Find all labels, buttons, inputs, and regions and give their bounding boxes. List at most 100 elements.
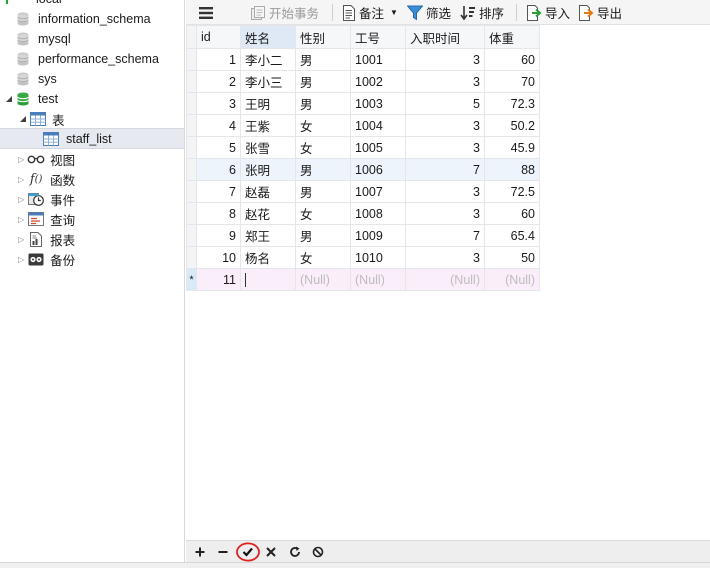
tree-node-views[interactable]: ▷ 视图 — [0, 149, 184, 169]
cell-hire-time[interactable]: 7 — [405, 224, 485, 247]
cell-id[interactable]: 1 — [196, 48, 241, 71]
cell-employee-no[interactable]: 1006 — [350, 158, 406, 181]
cell-gender[interactable]: 女 — [295, 136, 351, 159]
cell-weight[interactable]: 60 — [484, 202, 540, 225]
add-record-button[interactable] — [190, 542, 210, 562]
cell-employee-no[interactable]: 1009 — [350, 224, 406, 247]
cell-weight[interactable]: 50.2 — [484, 114, 540, 137]
cell-hire-time[interactable]: 3 — [405, 180, 485, 203]
table-row[interactable]: 1 李小二 男 1001 3 60 — [186, 48, 540, 71]
collapse-triangle-icon[interactable] — [4, 95, 14, 103]
cell-weight[interactable]: 72.5 — [484, 180, 540, 203]
row-indicator[interactable] — [186, 114, 197, 137]
column-header-name[interactable]: 姓名 — [240, 25, 296, 49]
stop-button[interactable] — [308, 542, 328, 562]
new-row-indicator[interactable]: * — [186, 268, 197, 291]
cell-name[interactable]: 杨名 — [240, 246, 296, 269]
table-row[interactable]: 9 郑王 男 1009 7 65.4 — [186, 224, 540, 247]
column-header-employee-no[interactable]: 工号 — [350, 25, 406, 49]
cell-gender[interactable]: 男 — [295, 92, 351, 115]
column-header-weight[interactable]: 体重 — [484, 25, 540, 49]
tree-connection-local[interactable]: local — [0, 0, 184, 9]
cell-weight[interactable]: 65.4 — [484, 224, 540, 247]
cell-id[interactable]: 3 — [196, 92, 241, 115]
cell-id[interactable]: 8 — [196, 202, 241, 225]
expand-triangle-icon[interactable]: ▷ — [18, 195, 24, 204]
row-indicator[interactable] — [186, 136, 197, 159]
tree-node-functions[interactable]: ▷ f() 函数 — [0, 169, 184, 189]
note-button[interactable]: 备注 ▼ — [342, 2, 398, 23]
cell-employee-no[interactable]: 1002 — [350, 70, 406, 93]
cell-hire-time[interactable]: 3 — [405, 70, 485, 93]
tree-table-staff-list[interactable]: staff_list — [0, 128, 184, 149]
tree-node-tables[interactable]: 表 — [0, 109, 184, 129]
cell-gender[interactable]: 男 — [295, 180, 351, 203]
refresh-button[interactable] — [285, 542, 305, 562]
table-row[interactable]: 3 王明 男 1003 5 72.3 — [186, 92, 540, 115]
expand-triangle-icon[interactable]: ▷ — [18, 175, 24, 184]
cell-name[interactable]: 王明 — [240, 92, 296, 115]
cell-gender[interactable]: 女 — [295, 246, 351, 269]
expand-triangle-icon[interactable]: ▷ — [18, 255, 24, 264]
tree-node-events[interactable]: ▷ 事件 — [0, 189, 184, 209]
column-header-gender[interactable]: 性别 — [295, 25, 351, 49]
delete-record-button[interactable] — [213, 542, 233, 562]
discard-changes-button[interactable] — [261, 542, 281, 562]
cell-weight-null[interactable]: (Null) — [484, 268, 540, 291]
import-button[interactable]: 导入 — [526, 2, 570, 23]
new-row[interactable]: * 11 (Null) (Null) (Null) (Null) — [186, 268, 540, 291]
cell-hire-time[interactable]: 3 — [405, 246, 485, 269]
cell-name[interactable]: 赵磊 — [240, 180, 296, 203]
begin-transaction-button[interactable]: 开始事务 — [250, 2, 319, 23]
row-indicator[interactable] — [186, 202, 197, 225]
cell-hire-time[interactable]: 3 — [405, 114, 485, 137]
expand-triangle-icon[interactable]: ▷ — [18, 215, 24, 224]
collapse-triangle-icon[interactable] — [18, 115, 28, 123]
cell-employee-no-null[interactable]: (Null) — [350, 268, 406, 291]
export-button[interactable]: 导出 — [578, 2, 622, 23]
column-header-id[interactable]: id — [196, 25, 241, 49]
tree-db-information-schema[interactable]: information_schema — [0, 9, 184, 29]
cell-name[interactable]: 赵花 — [240, 202, 296, 225]
cell-id[interactable]: 4 — [196, 114, 241, 137]
row-indicator[interactable] — [186, 92, 197, 115]
cell-employee-no[interactable]: 1010 — [350, 246, 406, 269]
cell-id[interactable]: 5 — [196, 136, 241, 159]
cell-weight[interactable]: 70 — [484, 70, 540, 93]
cell-employee-no[interactable]: 1004 — [350, 114, 406, 137]
row-indicator[interactable] — [186, 224, 197, 247]
tree-db-mysql[interactable]: mysql — [0, 29, 184, 49]
cell-gender[interactable]: 男 — [295, 224, 351, 247]
expand-triangle-icon[interactable]: ▷ — [18, 155, 24, 164]
sort-button[interactable]: 排序 — [460, 2, 504, 23]
cell-hire-time[interactable]: 3 — [405, 202, 485, 225]
cell-id[interactable]: 6 — [196, 158, 241, 181]
cell-employee-no[interactable]: 1001 — [350, 48, 406, 71]
row-indicator[interactable] — [186, 48, 197, 71]
filter-button[interactable]: 筛选 — [407, 2, 451, 23]
cell-id[interactable]: 7 — [196, 180, 241, 203]
cell-hire-time[interactable]: 5 — [405, 92, 485, 115]
column-header-hire-time[interactable]: 入职时间 — [405, 25, 485, 49]
cell-name[interactable]: 张雪 — [240, 136, 296, 159]
cell-id[interactable]: 2 — [196, 70, 241, 93]
cell-name-editing[interactable] — [240, 268, 296, 291]
cell-id[interactable]: 11 — [196, 268, 241, 291]
tree-db-test[interactable]: test — [0, 89, 184, 109]
row-indicator[interactable] — [186, 246, 197, 269]
cell-employee-no[interactable]: 1007 — [350, 180, 406, 203]
cell-employee-no[interactable]: 1008 — [350, 202, 406, 225]
apply-changes-button[interactable] — [236, 542, 260, 562]
table-row[interactable]: 2 李小三 男 1002 3 70 — [186, 70, 540, 93]
cell-hire-time[interactable]: 3 — [405, 136, 485, 159]
tree-node-reports[interactable]: ▷ 报表 — [0, 229, 184, 249]
cell-weight[interactable]: 72.3 — [484, 92, 540, 115]
row-indicator[interactable] — [186, 180, 197, 203]
cell-id[interactable]: 10 — [196, 246, 241, 269]
cell-name[interactable]: 李小二 — [240, 48, 296, 71]
menu-button[interactable] — [198, 2, 214, 23]
cell-weight[interactable]: 60 — [484, 48, 540, 71]
table-row[interactable]: 5 张雪 女 1005 3 45.9 — [186, 136, 540, 159]
row-indicator[interactable] — [186, 158, 197, 181]
cell-employee-no[interactable]: 1003 — [350, 92, 406, 115]
